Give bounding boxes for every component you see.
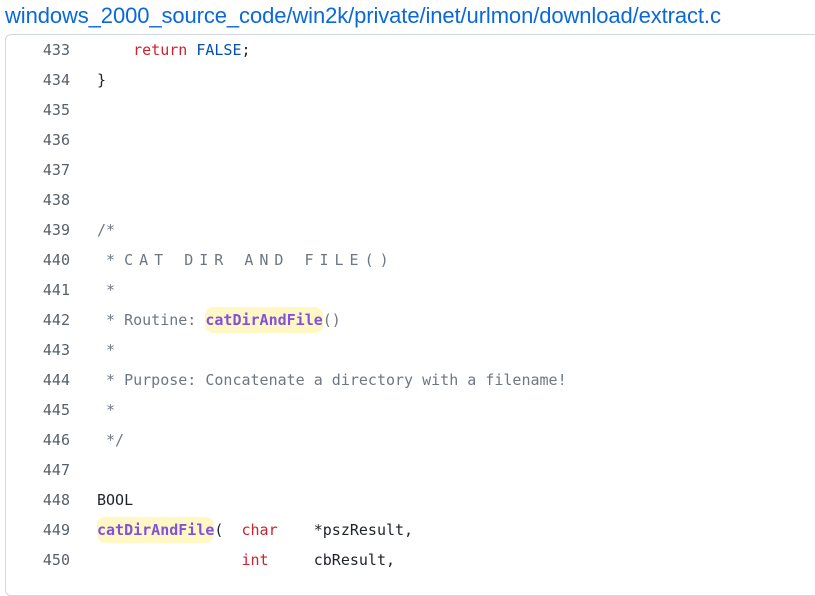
line-number[interactable]: 448 [6,485,70,515]
code-line: 441 * [6,275,815,305]
code-line: 447 [6,455,815,485]
line-number[interactable]: 434 [6,65,70,95]
line-code: BOOL [97,485,133,515]
line-number[interactable]: 449 [6,515,70,545]
file-path-link[interactable]: windows_2000_source_code/win2k/private/i… [5,0,721,32]
code-line: 439 /* [6,215,815,245]
line-code: * Purpose: Concatenate a directory with … [97,365,567,395]
code-token: () [322,311,341,329]
line-number[interactable]: 443 [6,335,70,365]
line-number[interactable]: 439 [6,215,70,245]
code-line: 448 BOOL [6,485,815,515]
code-line: 444 * Purpose: Concatenate a directory w… [6,365,815,395]
line-number[interactable]: 435 [6,95,70,125]
code-line: 437 [6,155,815,185]
code-token: char [241,521,278,539]
code-token: * [106,341,116,359]
code-line: 435 [6,95,815,125]
line-code: * Routine: catDirAndFile() [97,305,341,335]
code-token: * [106,251,125,269]
line-number[interactable]: 433 [6,35,70,65]
code-token: ( [214,521,242,539]
line-code: * CAT DIR AND FILE() [97,245,395,275]
code-line: 450 int cbResult, [6,545,815,575]
line-number[interactable]: 442 [6,305,70,335]
line-number[interactable]: 444 [6,365,70,395]
code-token: * Purpose: Concatenate a directory with … [106,371,567,389]
line-number[interactable]: 445 [6,395,70,425]
code-token: FALSE [196,41,242,59]
code-line: 443 * [6,335,815,365]
code-line: 438 [6,185,815,215]
function-name-highlight[interactable]: catDirAndFile [97,517,215,543]
code-token: ; [241,41,251,59]
code-line: 433 return FALSE; [6,35,815,65]
line-code: */ [97,425,124,455]
line-code: int cbResult, [97,545,396,575]
code-line: 446 */ [6,425,815,455]
code-token: */ [106,431,125,449]
code-line: 434} [6,65,815,95]
line-code: catDirAndFile( char *pszResult, [97,515,413,545]
line-number[interactable]: 447 [6,455,70,485]
code-line: 442 * Routine: catDirAndFile() [6,305,815,335]
code-token: * Routine: [106,311,206,329]
code-token: * [106,401,116,419]
line-number[interactable]: 436 [6,125,70,155]
line-number[interactable]: 441 [6,275,70,305]
code-line: 436 [6,125,815,155]
code-token: CAT DIR AND FILE() [124,251,395,269]
code-token: cbResult, [268,551,396,569]
code-token: BOOL [97,491,134,509]
code-token: /* [97,221,116,239]
code-line: 440 * CAT DIR AND FILE() [6,245,815,275]
line-number[interactable]: 450 [6,545,70,575]
line-code: return FALSE; [97,35,251,65]
code-line: 449 catDirAndFile( char *pszResult, [6,515,815,545]
line-number[interactable]: 437 [6,155,70,185]
line-number[interactable]: 446 [6,425,70,455]
line-code: * [97,395,115,425]
line-code: } [97,65,106,95]
line-number[interactable]: 438 [6,185,70,215]
line-number[interactable]: 440 [6,245,70,275]
line-code: * [97,335,115,365]
code-token: * [106,281,116,299]
code-token: *pszResult, [277,521,414,539]
code-token: } [97,71,107,89]
code-token: return [133,41,188,59]
line-code: /* [97,215,115,245]
function-name-highlight[interactable]: catDirAndFile [205,307,323,333]
code-viewer: 433 return FALSE; 434} 435 436 437 438 439/* 44… [5,34,815,596]
line-code: * [97,275,115,305]
code-token: int [241,551,269,569]
code-line: 445 * [6,395,815,425]
